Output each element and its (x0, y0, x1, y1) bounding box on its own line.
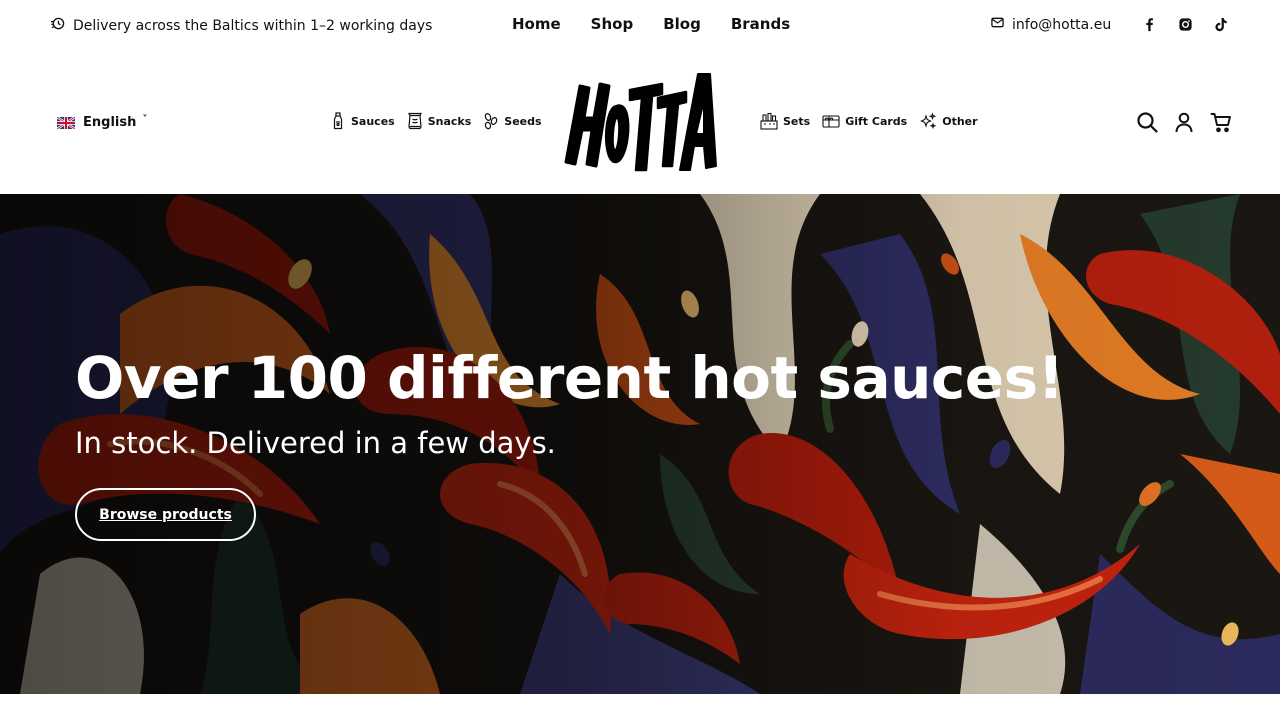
nav-home[interactable]: Home (512, 15, 561, 33)
language-selector[interactable]: English ˅ (57, 114, 148, 130)
delivery-text: Delivery across the Baltics within 1–2 w… (73, 17, 433, 34)
category-snacks[interactable]: Snacks (407, 112, 472, 130)
header-actions (1136, 111, 1232, 133)
seeds-icon (484, 113, 498, 130)
category-label: Seeds (504, 114, 542, 128)
top-bar: Delivery across the Baltics within 1–2 w… (0, 0, 1280, 52)
category-nav-left: Sauces Snacks Seeds (330, 112, 542, 130)
nav-shop[interactable]: Shop (591, 15, 634, 33)
hero-banner: Over 100 different hot sauces! In stock.… (0, 194, 1280, 694)
category-seeds[interactable]: Seeds (483, 112, 542, 130)
main-header: English ˅ Sauces Snacks Seeds Sets Gift … (0, 52, 1280, 194)
category-gift-cards[interactable]: Gift Cards (822, 112, 907, 130)
delivery-clock-icon (50, 16, 65, 35)
instagram-icon[interactable] (1178, 17, 1193, 32)
social-links (1142, 17, 1229, 32)
gift-card-icon (822, 115, 840, 128)
category-label: Snacks (427, 114, 472, 128)
nav-brands[interactable]: Brands (731, 15, 790, 33)
sets-icon (760, 112, 778, 130)
category-sauces[interactable]: Sauces (330, 112, 395, 130)
hero-subtitle: In stock. Delivered in a few days. (75, 426, 556, 460)
nav-blog[interactable]: Blog (663, 15, 701, 33)
search-icon[interactable] (1136, 111, 1158, 133)
hotta-logo[interactable] (558, 66, 722, 176)
sauce-bottle-icon (333, 112, 343, 130)
chevron-down-icon: ˅ (142, 114, 148, 125)
facebook-icon[interactable] (1142, 17, 1157, 32)
main-nav: Home Shop Blog Brands (512, 15, 790, 33)
category-label: Sauces (351, 114, 395, 128)
tiktok-icon[interactable] (1214, 17, 1229, 32)
language-label: English (83, 115, 137, 130)
category-label: Other (942, 114, 978, 128)
browse-products-button[interactable]: Browse products (75, 488, 256, 541)
account-icon[interactable] (1173, 111, 1195, 133)
snack-bag-icon (407, 112, 422, 130)
category-nav-right: Sets Gift Cards Other (760, 112, 978, 130)
category-sets[interactable]: Sets (760, 112, 810, 130)
category-label: Gift Cards (845, 114, 908, 128)
cart-icon[interactable] (1210, 111, 1232, 133)
sparkle-icon (920, 112, 937, 130)
contact-email-link[interactable]: info@hotta.eu (991, 16, 1111, 33)
hero-title: Over 100 different hot sauces! (75, 344, 1064, 412)
delivery-notice: Delivery across the Baltics within 1–2 w… (50, 16, 432, 35)
contact-email: info@hotta.eu (1012, 16, 1112, 33)
category-label: Sets (783, 114, 811, 128)
category-other[interactable]: Other (919, 112, 978, 130)
mail-icon (991, 16, 1004, 33)
uk-flag-icon (57, 116, 75, 129)
